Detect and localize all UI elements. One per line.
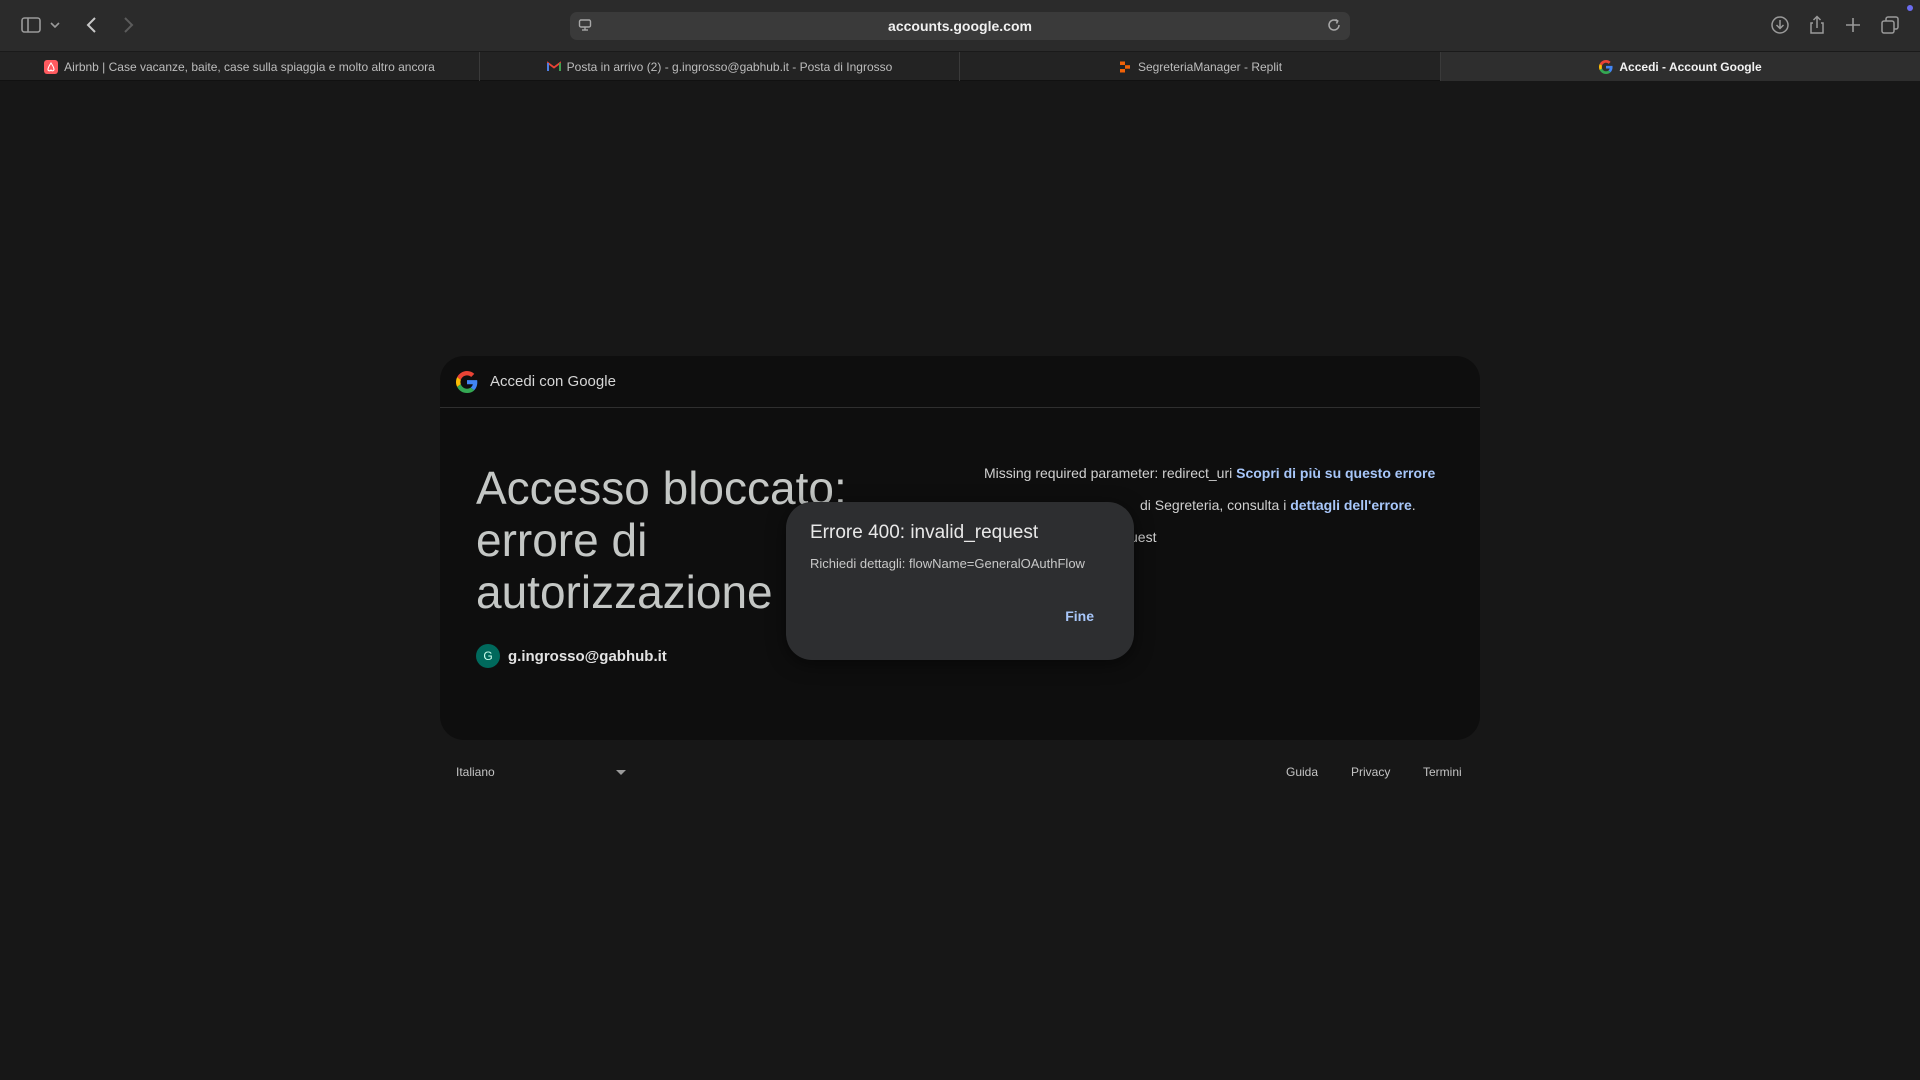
avatar: G	[476, 644, 500, 668]
tab-label: SegreteriaManager - Replit	[1137, 59, 1283, 74]
tab-label: Airbnb | Case vacanze, baite, case sulla…	[64, 59, 435, 74]
card-header: Accedi con Google	[440, 356, 1480, 408]
url-text[interactable]: accounts.google.com	[888, 18, 1032, 34]
google-icon	[1599, 59, 1613, 74]
dialog-body: Richiedi dettagli: flowName=GeneralOAuth…	[810, 556, 1085, 571]
airbnb-icon	[44, 59, 59, 74]
google-logo-icon	[456, 370, 478, 393]
error-message-punctuation: .	[1411, 497, 1416, 513]
account-chip[interactable]: G g.ingrosso@gabhub.it	[476, 644, 667, 668]
download-icon[interactable]	[1768, 13, 1792, 37]
privacy-link[interactable]: Privacy	[1351, 765, 1390, 779]
sidebar-toggle-icon[interactable]	[19, 13, 43, 37]
help-link[interactable]: Guida	[1286, 765, 1318, 779]
terms-link[interactable]: Termini	[1423, 765, 1462, 779]
new-tab-plus-icon[interactable]	[1841, 13, 1865, 37]
error-details-link[interactable]: dettagli dell'errore	[1290, 497, 1412, 513]
account-email: g.ingrosso@gabhub.it	[508, 647, 667, 665]
tab-replit[interactable]: SegreteriaManager - Replit	[960, 52, 1441, 81]
error-message-text: di Segreteria, consulta i	[1140, 497, 1287, 513]
browser-toolbar: accounts.google.com	[0, 0, 1920, 51]
chevron-down-icon[interactable]	[48, 13, 62, 37]
error-message-line-1: Missing required parameter: redirect_uri…	[984, 465, 1435, 481]
tab-label: Accedi - Account Google	[1619, 59, 1762, 74]
reload-icon[interactable]	[1326, 17, 1342, 38]
share-icon[interactable]	[1805, 13, 1829, 37]
tab-airbnb[interactable]: Airbnb | Case vacanze, baite, case sulla…	[0, 52, 480, 81]
gmail-icon	[546, 60, 561, 74]
dropdown-arrow-icon	[616, 765, 626, 779]
forward-arrow-icon[interactable]	[116, 13, 140, 37]
notification-dot	[1907, 5, 1913, 11]
language-selector[interactable]: Italiano	[456, 765, 626, 779]
tab-google-account[interactable]: Accedi - Account Google	[1441, 52, 1920, 81]
tab-overview-icon[interactable]	[1878, 13, 1902, 37]
language-label: Italiano	[456, 765, 495, 779]
tab-gmail[interactable]: Posta in arrivo (2) - g.ingrosso@gabhub.…	[480, 52, 960, 81]
done-button[interactable]: Fine	[1065, 608, 1094, 624]
back-arrow-icon[interactable]	[80, 13, 104, 37]
address-bar[interactable]: accounts.google.com	[570, 12, 1350, 40]
replit-icon	[1118, 60, 1132, 74]
error-message-line-2: di Segreteria, consulta i dettagli dell'…	[1140, 497, 1416, 513]
site-settings-icon[interactable]	[578, 18, 592, 37]
card-header-title: Accedi con Google	[490, 373, 616, 390]
dialog-title: Errore 400: invalid_request	[810, 522, 1039, 543]
tab-label: Posta in arrivo (2) - g.ingrosso@gabhub.…	[566, 59, 893, 74]
error-dialog: Errore 400: invalid_request Richiedi det…	[786, 502, 1134, 660]
tab-bar: Airbnb | Case vacanze, baite, case sulla…	[0, 51, 1920, 81]
learn-more-link[interactable]: Scopri di più su questo errore	[1236, 465, 1435, 481]
error-message-text: Missing required parameter: redirect_uri	[984, 465, 1233, 481]
